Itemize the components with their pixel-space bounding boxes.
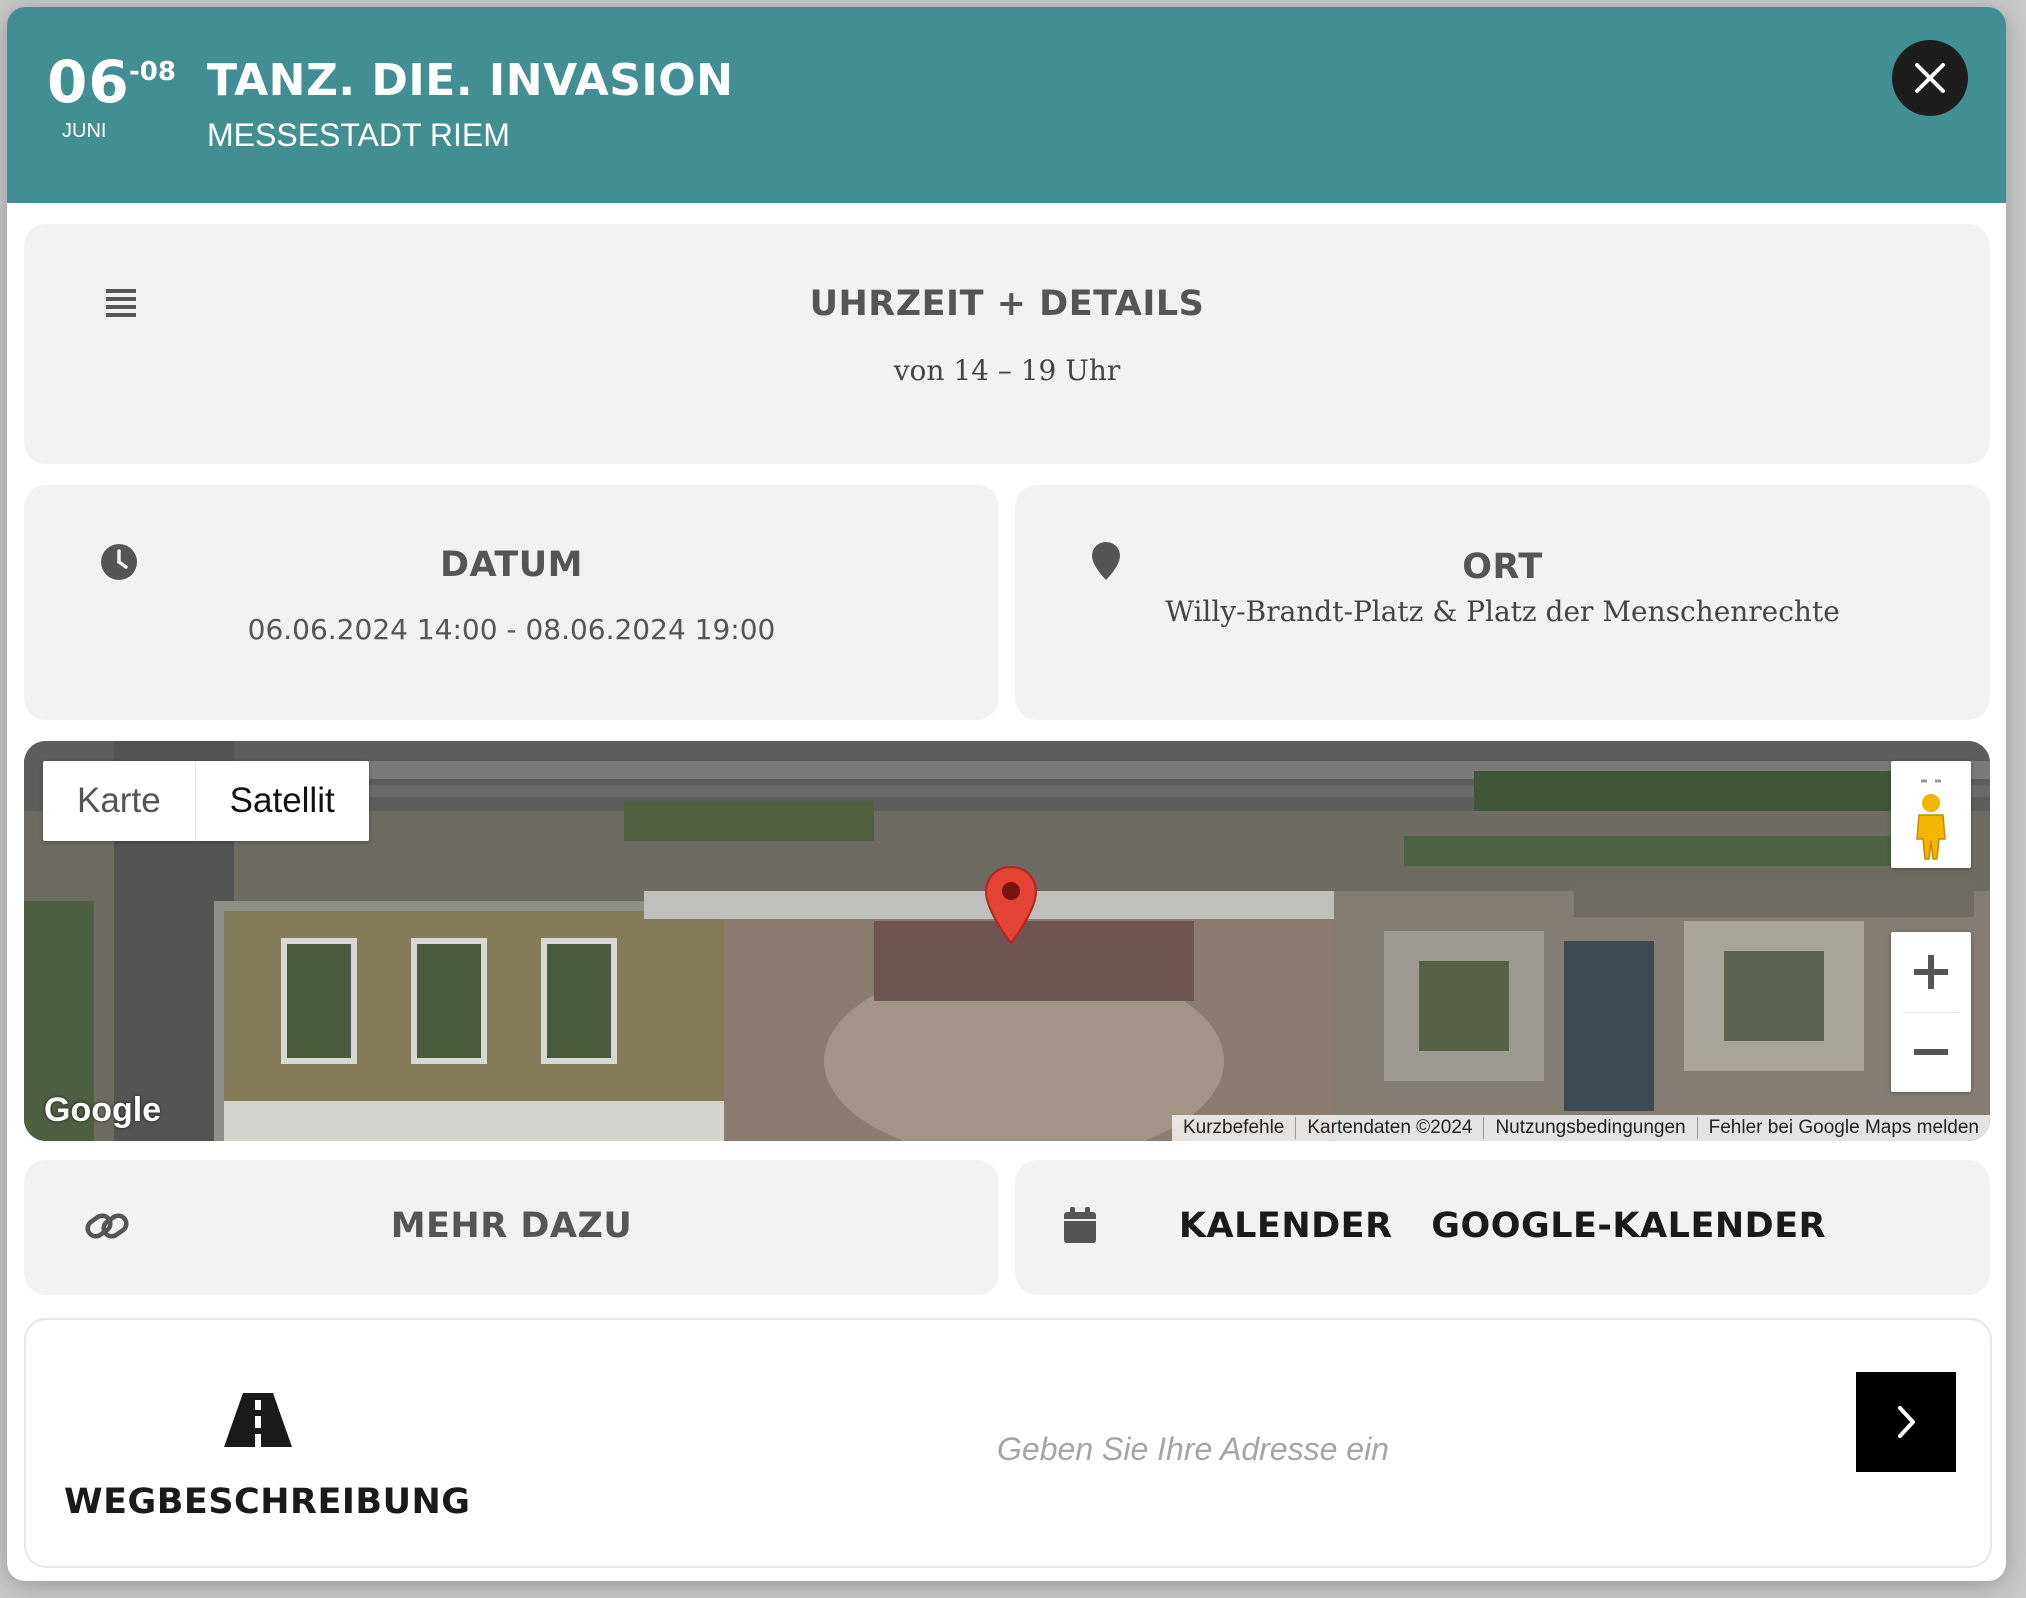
details-title: UHRZEIT + DETAILS [809, 284, 1205, 324]
more-info-title: MEHR DAZU [390, 1206, 633, 1246]
chevron-right-icon [1898, 1406, 1915, 1438]
calendar-card: KALENDER GOOGLE-KALENDER [1015, 1160, 1990, 1295]
directions-submit-button[interactable] [1856, 1372, 1956, 1472]
modal-header: 06 -08 JUNI TANZ. DIE. INVASION MESSESTA… [7, 7, 2006, 203]
minus-icon [1914, 1049, 1948, 1055]
plus-icon [1914, 955, 1948, 989]
map-marker-icon [984, 865, 1038, 945]
map-type-karte[interactable]: Karte [43, 761, 196, 841]
street-view-button[interactable] [1891, 761, 1971, 868]
attribution-terms[interactable]: Nutzungsbedingungen [1483, 1117, 1696, 1139]
place-text: Willy-Brandt-Platz & Platz der Menschenr… [1165, 595, 1840, 628]
date-card: DATUM 06.06.2024 14:00 - 08.06.2024 19:0… [24, 485, 999, 720]
details-card: UHRZEIT + DETAILS von 14 – 19 Uhr [24, 224, 1990, 464]
pegman-icon [1916, 779, 1946, 860]
date-month: JUNI [62, 120, 107, 142]
event-modal: 06 -08 JUNI TANZ. DIE. INVASION MESSESTA… [7, 7, 2006, 1581]
place-card: ORT Willy-Brandt-Platz & Platz der Mensc… [1015, 485, 1990, 720]
date-text: 06.06.2024 14:00 - 08.06.2024 19:00 [247, 613, 776, 646]
map-type-satellit[interactable]: Satellit [196, 761, 369, 841]
google-logo: Google [44, 1091, 162, 1129]
date-title: DATUM [439, 545, 584, 585]
zoom-out-button[interactable] [1891, 1012, 1971, 1092]
map-attribution: Kurzbefehle Kartendaten ©2024 Nutzungsbe… [1171, 1115, 1990, 1141]
attribution-shortcuts[interactable]: Kurzbefehle [1172, 1117, 1295, 1139]
attribution-map-data: Kartendaten ©2024 [1295, 1117, 1483, 1139]
date-day-end: -08 [129, 57, 176, 87]
road-icon [224, 1393, 292, 1447]
map-type-toggle: Karte Satellit [43, 761, 369, 841]
location-map[interactable]: Karte Satellit Google Kurzbefehle Karten… [24, 741, 1990, 1141]
google-calendar-link[interactable]: GOOGLE-KALENDER [1431, 1206, 1826, 1246]
directions-title: WEGBESCHREIBUNG [64, 1482, 471, 1522]
address-input[interactable] [546, 1420, 1840, 1478]
calendar-links: KALENDER GOOGLE-KALENDER [1015, 1206, 1990, 1246]
zoom-control [1891, 932, 1971, 1092]
zoom-in-button[interactable] [1891, 932, 1971, 1012]
event-title: TANZ. DIE. INVASION [207, 55, 734, 106]
attribution-report-error[interactable]: Fehler bei Google Maps melden [1696, 1117, 1990, 1139]
date-day-start: 06 [47, 48, 130, 116]
close-icon [1915, 63, 1945, 93]
place-title: ORT [1462, 547, 1543, 587]
close-button[interactable] [1892, 40, 1968, 116]
directions-card: WEGBESCHREIBUNG [24, 1318, 1992, 1568]
more-info-card[interactable]: MEHR DAZU [24, 1160, 999, 1295]
event-venue: MESSESTADT RIEM [207, 117, 510, 153]
details-text: von 14 – 19 Uhr [893, 354, 1121, 387]
calendar-link[interactable]: KALENDER [1179, 1206, 1393, 1246]
